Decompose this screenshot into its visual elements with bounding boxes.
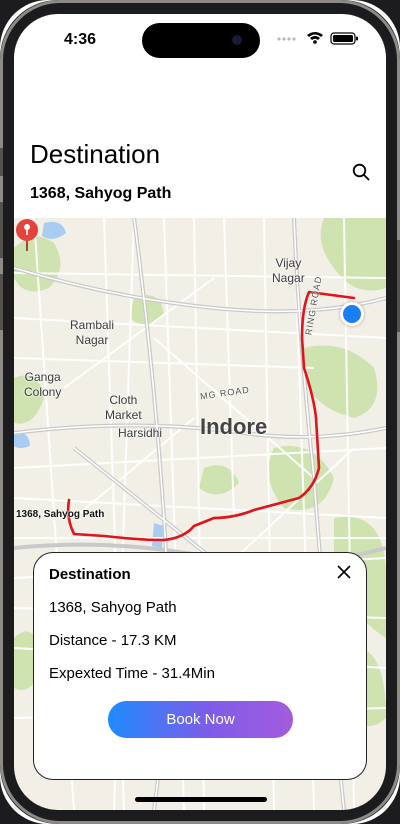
map-label-vijay-nagar: Vijay Nagar	[272, 256, 305, 285]
destination-card: Destination 1368, Sahyog Path Distance -…	[33, 552, 367, 780]
map-label-indore: Indore	[200, 414, 268, 439]
phone-screen: 4:36 Destination 1368, Sahyog Path Vijay…	[0, 0, 400, 824]
search-icon[interactable]	[352, 163, 370, 181]
signal-icon	[277, 37, 296, 41]
map-label-harsidhi: Harsidhi	[118, 426, 163, 440]
close-icon[interactable]	[336, 564, 352, 580]
card-title: Destination	[49, 566, 131, 583]
card-address: 1368, Sahyog Path	[49, 599, 177, 616]
destination-address: 1368, Sahyog Path	[30, 185, 172, 202]
status-bar: 4:36	[14, 14, 386, 64]
volume-up-button	[0, 202, 3, 258]
card-expected-time: Expexted Time - 31.4Min	[49, 665, 215, 682]
map-label-cloth-market: Cloth Market	[105, 393, 142, 422]
dynamic-island	[142, 23, 260, 58]
wifi-icon	[307, 32, 323, 44]
silent-switch	[0, 148, 3, 176]
book-now-button[interactable]: Book Now	[108, 701, 293, 738]
map-pin-icon[interactable]	[14, 218, 40, 252]
page-title: Destination	[30, 139, 161, 169]
status-time: 4:36	[64, 31, 97, 48]
card-distance: Distance - 17.3 KM	[49, 632, 177, 649]
home-indicator[interactable]	[135, 797, 267, 802]
camera-icon	[232, 35, 242, 45]
status-icons	[277, 32, 358, 45]
volume-down-button	[0, 274, 3, 330]
pin-label: 1368, Sahyog Path	[16, 509, 105, 520]
header: Destination 1368, Sahyog Path	[14, 64, 386, 218]
map-label-ganga-colony: Ganga Colony	[24, 370, 62, 399]
battery-icon	[330, 32, 358, 45]
current-location-icon	[340, 302, 364, 326]
map-label-rambali-nagar: Rambali Nagar	[70, 318, 115, 347]
